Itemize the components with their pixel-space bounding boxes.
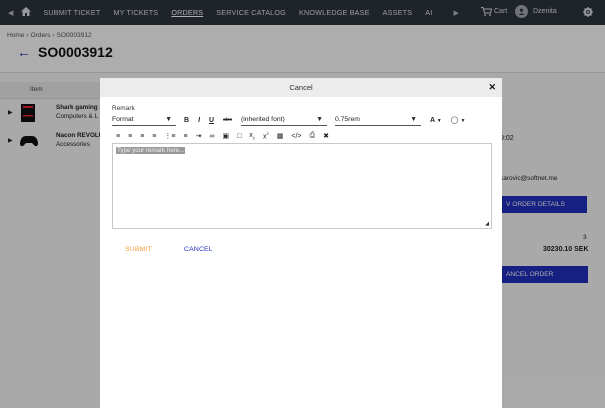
dialog-header: Cancel ✕ [100,78,502,97]
chevron-down-icon: ▼ [316,116,323,123]
numbered-list-icon[interactable]: ≡ [183,133,187,140]
link-icon[interactable]: ∞ [209,133,214,140]
dialog-title: Cancel [289,83,313,92]
bullet-list-icon[interactable]: ⋮≡ [164,132,175,140]
highlight-color-icon[interactable]: ◯ ▼ [451,116,466,124]
indent-icon[interactable]: ⇥ [196,132,202,140]
font-size-select[interactable]: 0.75rem ▼ [334,115,421,126]
format-select[interactable]: Format ▼ [112,115,176,126]
font-family-value: (inherited font) [240,116,285,123]
image-icon[interactable]: ▣ [222,132,229,140]
submit-button[interactable]: SUBMIT [125,246,152,253]
code-icon[interactable]: </> [291,133,301,140]
file-icon[interactable]: □ [237,133,241,140]
clear-format-icon[interactable]: ✖ [323,132,329,140]
underline-icon[interactable]: U [209,117,214,124]
font-size-value: 0.75rem [334,116,360,123]
align-justify-icon[interactable]: ≡ [152,133,156,140]
chevron-down-icon: ▼ [410,116,417,123]
font-family-select[interactable]: (inherited font) ▼ [240,115,327,126]
cancel-dialog: Cancel ✕ Remark Format ▼ B I U abc (inhe… [100,78,502,408]
text-color-icon[interactable]: A ▼ [430,117,442,124]
subscript-icon[interactable]: x2 [249,132,255,140]
remark-label: Remark [112,105,135,112]
italic-icon[interactable]: I [198,117,200,124]
editor-toolbar-row-1: Format ▼ B I U abc (inherited font) ▼ 0.… [112,114,474,126]
print-icon[interactable]: ⎙ [310,132,316,140]
remark-placeholder: Type your remark here... [116,147,186,154]
chevron-down-icon: ▼ [165,116,172,123]
align-center-icon[interactable]: ≡ [128,133,132,140]
resize-handle-icon[interactable]: ◢ [485,221,489,227]
align-left-icon[interactable]: ≡ [116,133,120,140]
table-icon[interactable]: ▦ [277,132,284,140]
cancel-button[interactable]: CANCEL [184,246,213,253]
close-icon[interactable]: ✕ [488,82,496,93]
align-right-icon[interactable]: ≡ [140,133,144,140]
bold-icon[interactable]: B [184,117,189,124]
strikethrough-icon[interactable]: abc [223,117,232,123]
editor-toolbar-row-2: ≡ ≡ ≡ ≡ ⋮≡ ≡ ⇥ ∞ ▣ □ x2 x2 ▦ </> ⎙ ✖ [116,131,337,141]
format-select-value: Format [112,116,134,123]
superscript-icon[interactable]: x2 [263,131,269,140]
remark-editor[interactable]: Type your remark here... ◢ [112,143,492,229]
